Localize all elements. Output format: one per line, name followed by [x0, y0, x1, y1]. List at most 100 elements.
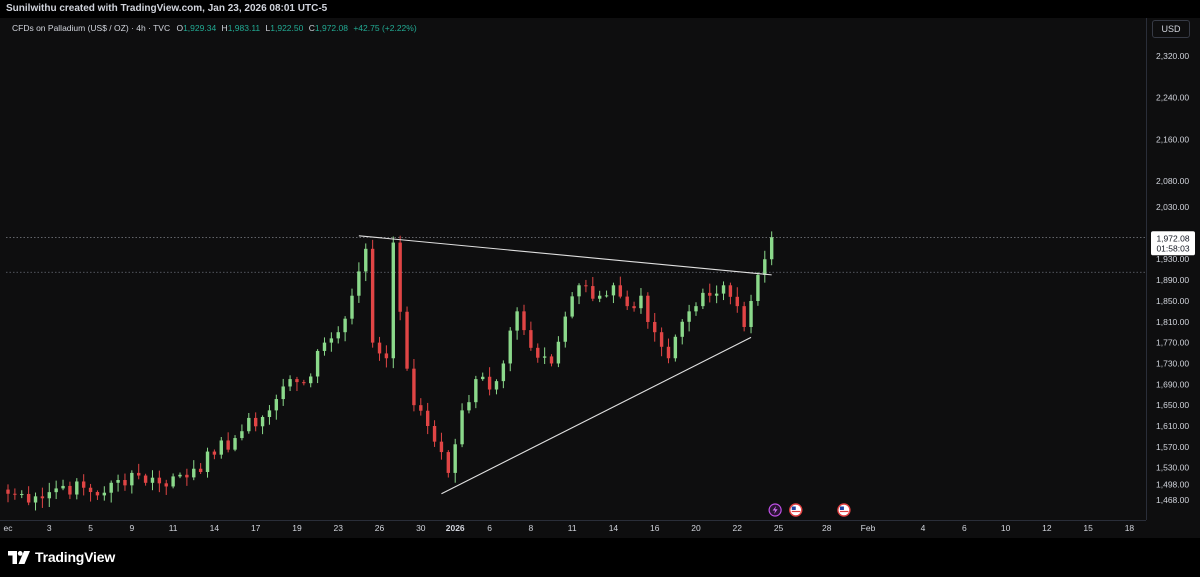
candle-down	[405, 311, 409, 369]
x-tick-label: 2026	[446, 523, 465, 533]
y-tick-label: 1,770.00	[1156, 338, 1189, 348]
candle-up	[150, 477, 155, 483]
candle-up	[749, 301, 753, 327]
candle-down	[198, 468, 203, 473]
y-tick-label: 2,240.00	[1156, 93, 1189, 103]
y-tick-label: 1,690.00	[1156, 379, 1189, 389]
candle-down	[137, 472, 141, 476]
candle-up	[116, 480, 120, 483]
y-tick-label: 1,850.00	[1156, 296, 1189, 306]
upper-trendline[interactable]	[358, 235, 772, 276]
x-tick-label: 26	[375, 523, 385, 533]
candle-down	[591, 286, 595, 299]
x-tick-label: 12	[1042, 523, 1052, 533]
candle-down	[625, 296, 629, 307]
candle-up	[639, 295, 643, 309]
lower-trendline[interactable]	[441, 336, 752, 495]
currency-label: USD	[1161, 24, 1181, 34]
tradingview-logo-icon	[8, 550, 30, 564]
candle-down	[212, 451, 217, 455]
candle-down	[666, 346, 671, 359]
chart-area[interactable]: 2,320.00 2,240.00 2,160.00 2,080.00 2,030.00…	[0, 18, 1200, 538]
candle-up	[769, 237, 774, 260]
change-value: +42.75 (+2.22%)	[353, 23, 417, 33]
candle-up	[20, 493, 24, 495]
x-tick-label: 28	[822, 523, 832, 533]
candle-up	[61, 485, 65, 489]
candle-up	[205, 451, 210, 473]
candle-up	[391, 242, 395, 359]
x-tick-label: 25	[774, 523, 784, 533]
y-tick-label: 1,730.00	[1156, 358, 1189, 368]
y-tick-label: 1,930.00	[1156, 254, 1189, 264]
y-tick-label: 1,650.00	[1156, 400, 1189, 410]
low-value: 1,922.50	[270, 23, 304, 33]
candle-up	[219, 440, 223, 455]
candle-up	[54, 488, 58, 493]
tradingview-logo[interactable]: TradingView	[8, 549, 115, 565]
x-tick-label: 4	[921, 523, 926, 533]
x-tick-label: 11	[169, 523, 178, 533]
x-tick-label: 10	[1001, 523, 1011, 533]
candle-up	[130, 472, 134, 486]
candle-up	[102, 492, 107, 496]
candle-down	[728, 285, 733, 297]
candle-down	[88, 487, 93, 493]
candle-up	[680, 321, 684, 337]
candle-up	[343, 318, 347, 333]
candle-up	[474, 379, 478, 403]
candle-up	[694, 306, 698, 312]
candle-down	[659, 332, 664, 347]
price-chart[interactable]: 2,320.00 2,240.00 2,160.00 2,080.00 2,030.00…	[0, 18, 1200, 538]
candle-down	[584, 285, 588, 287]
y-tick-label: 1,810.00	[1156, 317, 1189, 327]
candle-up	[309, 376, 313, 384]
candle-down	[253, 417, 258, 427]
x-tick-label: 23	[334, 523, 344, 533]
candle-up	[481, 376, 485, 380]
candle-up	[240, 431, 244, 439]
x-tick-label: 6	[487, 523, 492, 533]
x-tick-label: 14	[210, 523, 220, 533]
candle-up	[178, 474, 182, 477]
currency-selector[interactable]: USD	[1152, 20, 1190, 38]
candle-down	[95, 492, 100, 496]
close-value: 1,972.08	[314, 23, 348, 33]
candle-down	[646, 295, 650, 322]
candle-up	[673, 336, 678, 359]
candle-down	[529, 330, 533, 348]
x-tick-label: 8	[529, 523, 534, 533]
candle-down	[302, 382, 306, 384]
candle-up	[701, 292, 705, 307]
x-tick-label: 5	[88, 523, 93, 533]
candle-down	[632, 306, 636, 309]
candle-up	[714, 293, 719, 296]
candle-up	[597, 295, 602, 299]
candle-up	[460, 410, 464, 445]
candle-down	[26, 493, 31, 503]
candle-up	[329, 338, 334, 343]
x-tick-label: ec	[4, 523, 14, 533]
candle-down	[384, 353, 389, 359]
candle-up	[274, 399, 279, 411]
x-tick-label: 14	[609, 523, 619, 533]
candle-up	[556, 341, 561, 364]
candle-up	[260, 417, 265, 427]
y-tick-label: 2,030.00	[1156, 202, 1189, 212]
candle-down	[143, 475, 148, 483]
y-tick-label: 1,498.00	[1156, 479, 1189, 489]
x-tick-label: 3	[47, 523, 52, 533]
y-tick-label: 1,530.00	[1156, 463, 1189, 473]
flag-canton	[791, 506, 796, 510]
candle-down	[439, 441, 444, 453]
attribution-header: Sunilwithu created with TradingView.com,…	[0, 0, 1200, 18]
open-value: 1,929.34	[183, 23, 217, 33]
x-tick-label: 30	[416, 523, 426, 533]
candle-down	[425, 410, 430, 426]
candle-up	[515, 311, 519, 331]
y-tick-label: 2,320.00	[1156, 51, 1189, 61]
candle-up	[453, 444, 457, 473]
candle-up	[494, 381, 499, 390]
candle-down	[13, 493, 17, 495]
candle-down	[226, 440, 230, 450]
